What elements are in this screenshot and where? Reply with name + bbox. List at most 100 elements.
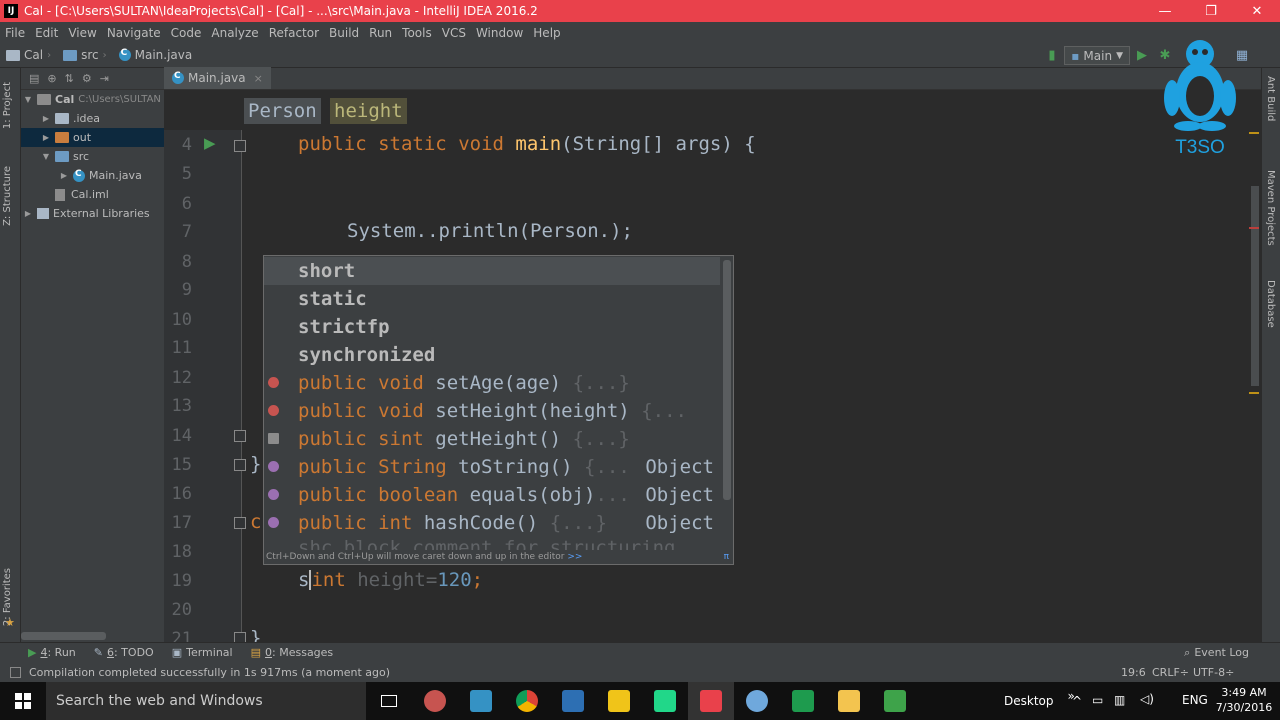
taskbar-pycharm[interactable] [642, 682, 688, 720]
view-mode-icon[interactable]: ▤ [29, 72, 39, 85]
warning-marker[interactable] [1249, 392, 1259, 394]
network-icon[interactable]: ▥ [1114, 693, 1125, 707]
tree-item-src[interactable]: ▼ src [21, 147, 164, 166]
collapse-all-icon[interactable]: ⇅ [65, 72, 74, 85]
show-hidden-icons[interactable]: ^ [1072, 694, 1082, 708]
taskbar-app[interactable] [550, 682, 596, 720]
minimize-button[interactable]: — [1142, 0, 1188, 22]
status-message[interactable]: Compilation completed successfully in 1s… [29, 666, 390, 679]
build-project-icon[interactable]: ▮ [1044, 47, 1060, 63]
hide-panel-icon[interactable]: ⇥ [100, 72, 109, 85]
menu-help[interactable]: Help [528, 26, 565, 40]
maximize-button[interactable]: ❐ [1188, 0, 1234, 22]
menu-window[interactable]: Window [471, 26, 528, 40]
menu-code[interactable]: Code [166, 26, 207, 40]
completion-more-link[interactable]: >> [567, 552, 582, 562]
tree-item-out[interactable]: ▶ out [21, 128, 164, 147]
tree-item-idea[interactable]: ▶ .idea [21, 109, 164, 128]
tree-item-main-java[interactable]: ▶ Main.java [21, 166, 164, 185]
start-button[interactable] [0, 682, 46, 720]
fold-marker-icon[interactable] [234, 459, 246, 471]
completion-item[interactable]: public int hashCode() {...} Object [264, 509, 720, 537]
tab-terminal[interactable]: ▣ Terminal [163, 646, 242, 659]
structure-tool-tab[interactable]: Z: Structure [2, 166, 13, 226]
project-tool-tab[interactable]: 1: Project [2, 82, 13, 129]
expanded-arrow-icon[interactable]: ▼ [23, 95, 33, 104]
taskbar-app[interactable] [458, 682, 504, 720]
completion-item[interactable]: static [264, 285, 720, 313]
ant-build-tool-tab[interactable]: Ant Build [1265, 76, 1276, 121]
maven-projects-tool-tab[interactable]: Maven Projects [1265, 170, 1276, 246]
tab-main-java[interactable]: Main.java × [164, 67, 271, 89]
tree-item-cal-iml[interactable]: Cal.iml [21, 185, 164, 204]
run-gutter-icon[interactable]: ▶ [204, 134, 216, 152]
database-tool-tab[interactable]: Database [1265, 280, 1276, 328]
toggle-tool-windows-icon[interactable] [10, 666, 21, 678]
menu-analyze[interactable]: Analyze [206, 26, 263, 40]
completion-item[interactable]: short [264, 257, 720, 285]
taskbar-search-box[interactable]: Search the web and Windows [46, 682, 366, 720]
completion-item[interactable]: synchronized [264, 341, 720, 369]
expanded-arrow-icon[interactable]: ▼ [41, 152, 51, 161]
menu-file[interactable]: File [0, 26, 30, 40]
tab-run[interactable]: ▶ 4: Run [0, 646, 85, 659]
scroll-from-source-icon[interactable]: ⊕ [47, 72, 56, 85]
line-separator-select[interactable]: CRLF÷ [1152, 666, 1189, 679]
run-icon[interactable]: ▶ [1134, 47, 1150, 63]
tree-item-cal[interactable]: ▼ Cal C:\Users\SULTAN [21, 90, 164, 109]
completion-item[interactable]: public boolean equals(obj)... Object [264, 481, 720, 509]
collapsed-arrow-icon[interactable]: ▶ [41, 133, 51, 142]
tab-messages[interactable]: ▤ 0: Messages [242, 646, 343, 659]
tab-todo[interactable]: ✎ 6: TODO [85, 646, 163, 659]
completion-item[interactable]: public sint getHeight() {...} [264, 425, 720, 453]
collapsed-arrow-icon[interactable]: ▶ [59, 171, 69, 180]
taskbar-intellij[interactable] [688, 682, 734, 720]
warning-marker[interactable] [1249, 132, 1259, 134]
fold-marker-icon[interactable] [234, 140, 246, 152]
event-log-button[interactable]: ⌕ Event Log [1175, 646, 1258, 660]
close-tab-icon[interactable]: × [254, 72, 263, 85]
tree-item-external-libraries[interactable]: ▶ External Libraries [21, 204, 164, 223]
desktop-toolbar[interactable]: Desktop » [1004, 682, 1075, 720]
fold-marker-icon[interactable] [234, 517, 246, 529]
completion-item[interactable]: public void setAge(age) {...} [264, 369, 720, 397]
menu-refactor[interactable]: Refactor [264, 26, 324, 40]
menu-vcs[interactable]: VCS [437, 26, 471, 40]
clock[interactable]: 3:49 AM 7/30/2016 [1214, 685, 1274, 715]
close-button[interactable]: ✕ [1234, 0, 1280, 22]
run-configuration-select[interactable]: ▪ Main ▼ [1064, 46, 1130, 65]
collapsed-arrow-icon[interactable]: ▶ [23, 209, 33, 218]
task-view-button[interactable] [366, 682, 412, 720]
completion-item[interactable]: public void setHeight(height) {... [264, 397, 720, 425]
completion-item[interactable]: strictfp [264, 313, 720, 341]
menu-build[interactable]: Build [324, 26, 364, 40]
completion-item[interactable]: public String toString() {... Object [264, 453, 720, 481]
language-indicator[interactable]: ENG [1182, 693, 1208, 707]
gear-icon[interactable]: ⚙ [82, 72, 92, 85]
taskbar-chrome[interactable] [504, 682, 550, 720]
breadcrumb-src[interactable]: src › [57, 48, 113, 62]
error-marker[interactable] [1249, 227, 1259, 229]
taskbar-app[interactable] [596, 682, 642, 720]
menu-view[interactable]: View [63, 26, 101, 40]
project-horizontal-scrollbar[interactable] [21, 632, 106, 640]
menu-edit[interactable]: Edit [30, 26, 63, 40]
collapsed-arrow-icon[interactable]: ▶ [41, 114, 51, 123]
menu-navigate[interactable]: Navigate [102, 26, 166, 40]
taskbar-file-explorer[interactable] [826, 682, 872, 720]
pi-icon[interactable]: π [724, 550, 729, 564]
fold-marker-icon[interactable] [234, 430, 246, 442]
completion-scrollbar[interactable] [723, 260, 731, 500]
breadcrumb-file[interactable]: Main.java [113, 48, 199, 62]
volume-icon[interactable]: ◁) [1140, 692, 1154, 706]
taskbar-app[interactable] [872, 682, 918, 720]
taskbar-app[interactable] [412, 682, 458, 720]
taskbar-app[interactable] [734, 682, 780, 720]
taskbar-app[interactable] [780, 682, 826, 720]
encoding-select[interactable]: UTF-8÷ [1193, 666, 1234, 679]
editor-vertical-scrollbar[interactable] [1251, 186, 1259, 386]
fold-marker-icon[interactable] [234, 632, 246, 642]
breadcrumb-project[interactable]: Cal › [0, 48, 57, 62]
battery-icon[interactable]: ▭ [1092, 693, 1103, 707]
menu-run[interactable]: Run [364, 26, 397, 40]
